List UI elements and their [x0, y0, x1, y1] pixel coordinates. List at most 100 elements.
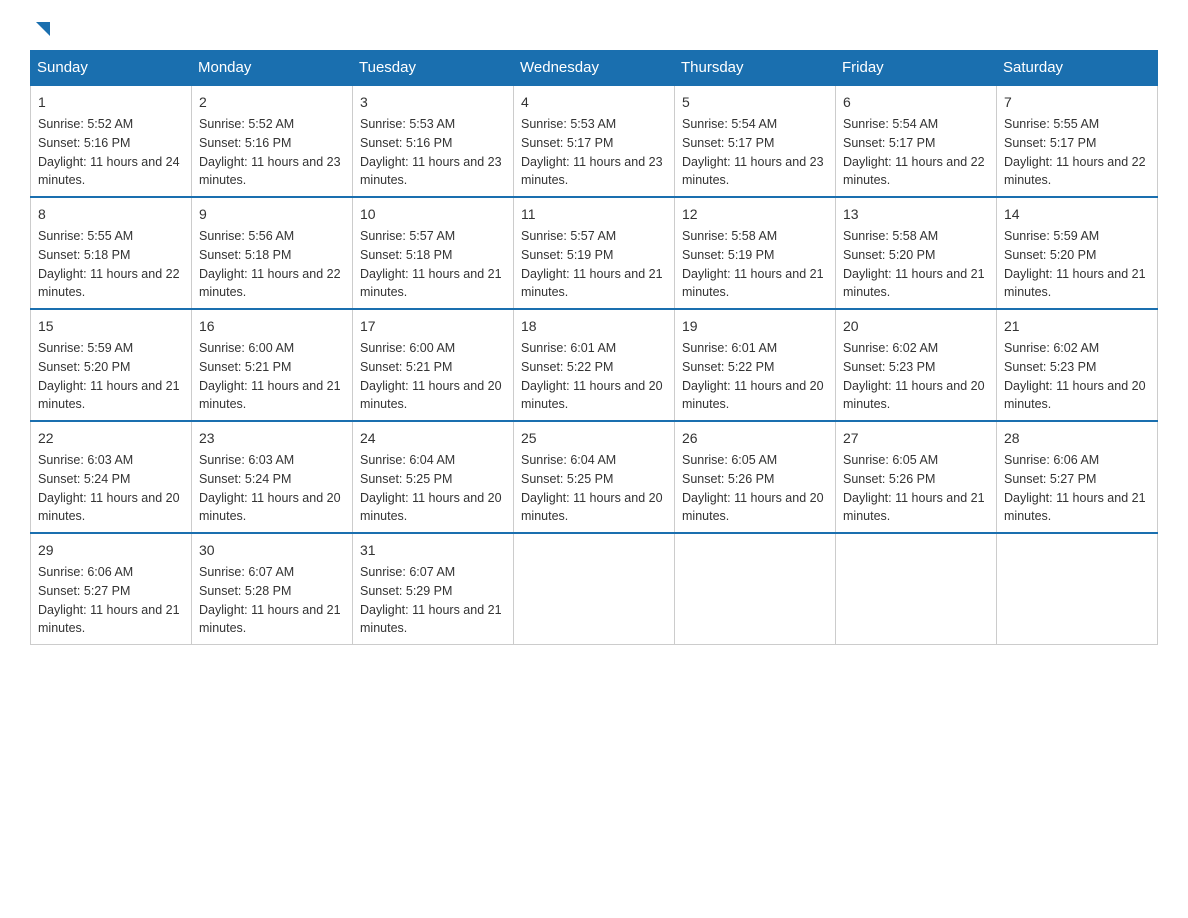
calendar-day-cell: 1 Sunrise: 5:52 AM Sunset: 5:16 PM Dayli… — [31, 85, 192, 197]
sunset-info: Sunset: 5:21 PM — [199, 360, 291, 374]
day-number: 5 — [682, 92, 828, 113]
calendar-day-cell: 11 Sunrise: 5:57 AM Sunset: 5:19 PM Dayl… — [514, 197, 675, 309]
col-header-saturday: Saturday — [997, 51, 1158, 86]
empty-day-cell — [997, 533, 1158, 645]
daylight-info: Daylight: 11 hours and 23 minutes. — [682, 155, 824, 188]
sunrise-info: Sunrise: 5:54 AM — [682, 117, 777, 131]
calendar-day-cell: 28 Sunrise: 6:06 AM Sunset: 5:27 PM Dayl… — [997, 421, 1158, 533]
sunrise-info: Sunrise: 6:04 AM — [360, 453, 455, 467]
col-header-wednesday: Wednesday — [514, 51, 675, 86]
daylight-info: Daylight: 11 hours and 24 minutes. — [38, 155, 180, 188]
col-header-monday: Monday — [192, 51, 353, 86]
sunrise-info: Sunrise: 5:57 AM — [360, 229, 455, 243]
calendar-table: SundayMondayTuesdayWednesdayThursdayFrid… — [30, 50, 1158, 645]
daylight-info: Daylight: 11 hours and 20 minutes. — [1004, 379, 1146, 412]
daylight-info: Daylight: 11 hours and 21 minutes. — [1004, 491, 1146, 524]
sunrise-info: Sunrise: 5:55 AM — [1004, 117, 1099, 131]
sunrise-info: Sunrise: 6:01 AM — [682, 341, 777, 355]
sunset-info: Sunset: 5:16 PM — [38, 136, 130, 150]
calendar-week-row: 1 Sunrise: 5:52 AM Sunset: 5:16 PM Dayli… — [31, 85, 1158, 197]
daylight-info: Daylight: 11 hours and 23 minutes. — [521, 155, 663, 188]
sunrise-info: Sunrise: 5:58 AM — [682, 229, 777, 243]
calendar-day-cell: 14 Sunrise: 5:59 AM Sunset: 5:20 PM Dayl… — [997, 197, 1158, 309]
day-number: 24 — [360, 428, 506, 449]
calendar-day-cell: 24 Sunrise: 6:04 AM Sunset: 5:25 PM Dayl… — [353, 421, 514, 533]
sunrise-info: Sunrise: 6:00 AM — [199, 341, 294, 355]
day-number: 26 — [682, 428, 828, 449]
sunset-info: Sunset: 5:16 PM — [199, 136, 291, 150]
calendar-week-row: 8 Sunrise: 5:55 AM Sunset: 5:18 PM Dayli… — [31, 197, 1158, 309]
calendar-week-row: 22 Sunrise: 6:03 AM Sunset: 5:24 PM Dayl… — [31, 421, 1158, 533]
sunrise-info: Sunrise: 5:53 AM — [521, 117, 616, 131]
day-number: 9 — [199, 204, 345, 225]
sunrise-info: Sunrise: 6:04 AM — [521, 453, 616, 467]
sunset-info: Sunset: 5:18 PM — [38, 248, 130, 262]
day-number: 6 — [843, 92, 989, 113]
calendar-day-cell: 26 Sunrise: 6:05 AM Sunset: 5:26 PM Dayl… — [675, 421, 836, 533]
daylight-info: Daylight: 11 hours and 20 minutes. — [360, 491, 502, 524]
day-number: 22 — [38, 428, 184, 449]
day-number: 14 — [1004, 204, 1150, 225]
sunset-info: Sunset: 5:18 PM — [360, 248, 452, 262]
sunrise-info: Sunrise: 6:03 AM — [38, 453, 133, 467]
daylight-info: Daylight: 11 hours and 20 minutes. — [682, 379, 824, 412]
sunset-info: Sunset: 5:26 PM — [682, 472, 774, 486]
sunrise-info: Sunrise: 6:06 AM — [1004, 453, 1099, 467]
day-number: 17 — [360, 316, 506, 337]
calendar-day-cell: 9 Sunrise: 5:56 AM Sunset: 5:18 PM Dayli… — [192, 197, 353, 309]
daylight-info: Daylight: 11 hours and 23 minutes. — [360, 155, 502, 188]
daylight-info: Daylight: 11 hours and 20 minutes. — [199, 491, 341, 524]
calendar-day-cell: 7 Sunrise: 5:55 AM Sunset: 5:17 PM Dayli… — [997, 85, 1158, 197]
calendar-week-row: 29 Sunrise: 6:06 AM Sunset: 5:27 PM Dayl… — [31, 533, 1158, 645]
sunset-info: Sunset: 5:27 PM — [38, 584, 130, 598]
col-header-friday: Friday — [836, 51, 997, 86]
daylight-info: Daylight: 11 hours and 21 minutes. — [360, 267, 502, 300]
daylight-info: Daylight: 11 hours and 22 minutes. — [1004, 155, 1146, 188]
daylight-info: Daylight: 11 hours and 21 minutes. — [360, 603, 502, 636]
sunset-info: Sunset: 5:17 PM — [843, 136, 935, 150]
calendar-day-cell: 21 Sunrise: 6:02 AM Sunset: 5:23 PM Dayl… — [997, 309, 1158, 421]
day-number: 28 — [1004, 428, 1150, 449]
calendar-day-cell: 12 Sunrise: 5:58 AM Sunset: 5:19 PM Dayl… — [675, 197, 836, 309]
sunrise-info: Sunrise: 6:05 AM — [682, 453, 777, 467]
day-number: 25 — [521, 428, 667, 449]
daylight-info: Daylight: 11 hours and 21 minutes. — [38, 603, 180, 636]
calendar-day-cell: 15 Sunrise: 5:59 AM Sunset: 5:20 PM Dayl… — [31, 309, 192, 421]
calendar-day-cell: 4 Sunrise: 5:53 AM Sunset: 5:17 PM Dayli… — [514, 85, 675, 197]
empty-day-cell — [675, 533, 836, 645]
page-header — [30, 20, 1158, 34]
day-number: 11 — [521, 204, 667, 225]
col-header-thursday: Thursday — [675, 51, 836, 86]
sunset-info: Sunset: 5:17 PM — [521, 136, 613, 150]
daylight-info: Daylight: 11 hours and 21 minutes. — [521, 267, 663, 300]
day-number: 2 — [199, 92, 345, 113]
sunrise-info: Sunrise: 6:02 AM — [843, 341, 938, 355]
sunrise-info: Sunrise: 5:59 AM — [1004, 229, 1099, 243]
daylight-info: Daylight: 11 hours and 21 minutes. — [843, 267, 985, 300]
daylight-info: Daylight: 11 hours and 20 minutes. — [521, 379, 663, 412]
daylight-info: Daylight: 11 hours and 21 minutes. — [199, 603, 341, 636]
calendar-day-cell: 31 Sunrise: 6:07 AM Sunset: 5:29 PM Dayl… — [353, 533, 514, 645]
sunrise-info: Sunrise: 6:03 AM — [199, 453, 294, 467]
daylight-info: Daylight: 11 hours and 21 minutes. — [38, 379, 180, 412]
sunset-info: Sunset: 5:28 PM — [199, 584, 291, 598]
sunset-info: Sunset: 5:22 PM — [682, 360, 774, 374]
daylight-info: Daylight: 11 hours and 22 minutes. — [38, 267, 180, 300]
sunset-info: Sunset: 5:16 PM — [360, 136, 452, 150]
day-number: 3 — [360, 92, 506, 113]
calendar-day-cell: 10 Sunrise: 5:57 AM Sunset: 5:18 PM Dayl… — [353, 197, 514, 309]
col-header-sunday: Sunday — [31, 51, 192, 86]
calendar-day-cell: 5 Sunrise: 5:54 AM Sunset: 5:17 PM Dayli… — [675, 85, 836, 197]
day-number: 18 — [521, 316, 667, 337]
sunset-info: Sunset: 5:22 PM — [521, 360, 613, 374]
sunset-info: Sunset: 5:25 PM — [360, 472, 452, 486]
calendar-day-cell: 2 Sunrise: 5:52 AM Sunset: 5:16 PM Dayli… — [192, 85, 353, 197]
daylight-info: Daylight: 11 hours and 21 minutes. — [1004, 267, 1146, 300]
day-number: 23 — [199, 428, 345, 449]
calendar-day-cell: 17 Sunrise: 6:00 AM Sunset: 5:21 PM Dayl… — [353, 309, 514, 421]
calendar-day-cell: 8 Sunrise: 5:55 AM Sunset: 5:18 PM Dayli… — [31, 197, 192, 309]
sunset-info: Sunset: 5:20 PM — [1004, 248, 1096, 262]
calendar-week-row: 15 Sunrise: 5:59 AM Sunset: 5:20 PM Dayl… — [31, 309, 1158, 421]
day-number: 4 — [521, 92, 667, 113]
calendar-day-cell: 6 Sunrise: 5:54 AM Sunset: 5:17 PM Dayli… — [836, 85, 997, 197]
